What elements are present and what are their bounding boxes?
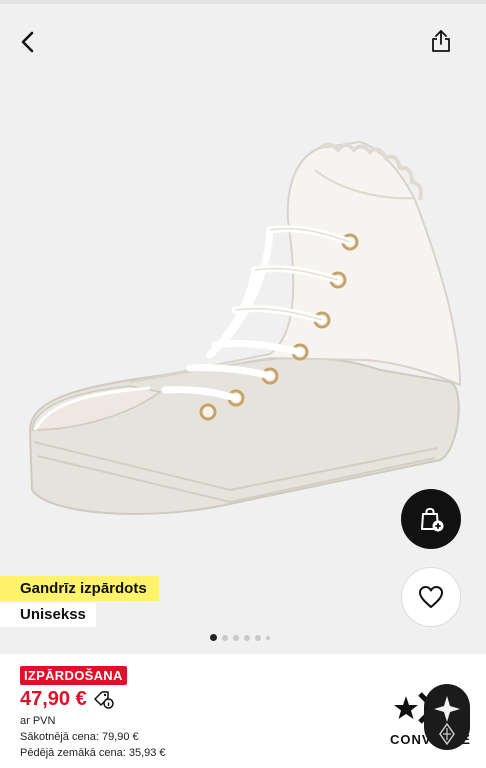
chevron-left-icon: [21, 31, 34, 53]
gender-badge: Unisekss: [0, 603, 96, 627]
gallery-dot[interactable]: [255, 634, 261, 641]
share-icon: [432, 30, 450, 52]
share-button[interactable]: [424, 24, 458, 58]
gallery-dot[interactable]: [266, 635, 270, 640]
price-section: IZPĀRDOŠANA 47,90 € ar PVN Sākotnējā cen…: [20, 666, 380, 761]
heart-icon: [419, 586, 443, 608]
product-image[interactable]: [20, 130, 470, 525]
floating-assistant-button[interactable]: [424, 684, 470, 750]
wishlist-button[interactable]: [401, 567, 461, 627]
gallery-dot[interactable]: [244, 634, 250, 641]
current-price: 47,90 €: [20, 688, 87, 710]
lowest-price: Pēdējā zemākā cena: 35,93 €: [20, 747, 166, 759]
gallery-dot[interactable]: [233, 634, 239, 641]
gallery-dot[interactable]: [210, 634, 217, 641]
sparkle-icon: [434, 696, 460, 746]
top-divider: [0, 0, 486, 4]
gallery-dot[interactable]: [222, 634, 228, 641]
original-price: Sākotnējā cena: 79,90 €: [20, 731, 139, 743]
shopping-bag-plus-icon: [421, 507, 444, 532]
back-button[interactable]: [12, 26, 44, 58]
price-tag-info-icon[interactable]: [93, 690, 115, 710]
price-row: 47,90 €: [20, 688, 380, 711]
sneaker-image: [28, 140, 462, 515]
gallery-pagination[interactable]: [210, 634, 270, 641]
add-to-bag-button[interactable]: [401, 489, 461, 549]
almost-sold-out-badge: Gandrīz izpārdots: [0, 576, 159, 601]
product-gallery[interactable]: Gandrīz izpārdots Unisekss: [0, 0, 486, 654]
sale-badge: IZPĀRDOŠANA: [20, 666, 127, 685]
vat-note: ar PVN: [20, 715, 56, 727]
